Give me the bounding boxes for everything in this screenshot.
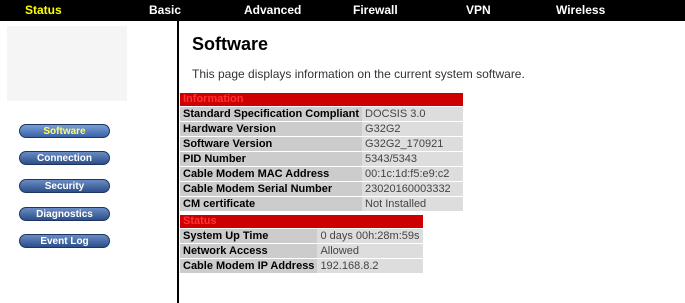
table-row: Cable Modem IP Address 192.168.8.2 (180, 259, 423, 273)
row-label: Standard Specification Compliant (180, 107, 363, 121)
nav-firewall[interactable]: Firewall (353, 0, 398, 21)
row-label: System Up Time (180, 229, 318, 243)
sidebar-item-event-log[interactable]: Event Log (19, 234, 110, 248)
table-row: Cable Modem Serial Number 23020160003332 (180, 182, 464, 196)
information-table: Information Standard Specification Compl… (180, 92, 464, 212)
row-value: 23020160003332 (362, 182, 464, 196)
page-description: This page displays information on the cu… (192, 67, 525, 81)
row-value: DOCSIS 3.0 (362, 107, 464, 121)
nav-advanced[interactable]: Advanced (244, 0, 301, 21)
sidebar-item-connection[interactable]: Connection (19, 151, 110, 165)
top-navigation-bar: Status Basic Advanced Firewall VPN Wirel… (0, 0, 685, 21)
nav-vpn[interactable]: VPN (466, 0, 491, 21)
row-value: 00:1c:1d:f5:e9:c2 (362, 167, 464, 181)
row-value: G32G2 (362, 122, 464, 136)
row-value: 0 days 00h:28m:59s (317, 229, 423, 243)
status-table: Status System Up Time 0 days 00h:28m:59s… (180, 214, 423, 274)
row-label: Network Access (180, 244, 318, 258)
status-header: Status (180, 215, 423, 228)
sidebar-item-diagnostics[interactable]: Diagnostics (19, 207, 110, 221)
table-row: PID Number 5343/5343 (180, 152, 464, 166)
table-row: Hardware Version G32G2 (180, 122, 464, 136)
table-row: System Up Time 0 days 00h:28m:59s (180, 229, 423, 243)
table-row: Cable Modem MAC Address 00:1c:1d:f5:e9:c… (180, 167, 464, 181)
row-value: Not Installed (362, 197, 464, 211)
table-row: CM certificate Not Installed (180, 197, 464, 211)
row-label: PID Number (180, 152, 363, 166)
nav-basic[interactable]: Basic (149, 0, 181, 21)
logo-placeholder (7, 26, 127, 101)
page-title: Software (192, 34, 269, 54)
sidebar-item-security[interactable]: Security (19, 179, 110, 193)
row-label: Cable Modem IP Address (180, 259, 318, 273)
row-value: Allowed (317, 244, 423, 258)
nav-status[interactable]: Status (25, 0, 62, 21)
row-value: 5343/5343 (362, 152, 464, 166)
table-row: Standard Specification Compliant DOCSIS … (180, 107, 464, 121)
table-row: Software Version G32G2_170921 (180, 137, 464, 151)
sidebar-item-software[interactable]: Software (19, 124, 110, 138)
table-row: Network Access Allowed (180, 244, 423, 258)
row-label: CM certificate (180, 197, 363, 211)
row-value: 192.168.8.2 (317, 259, 423, 273)
information-header: Information (180, 93, 464, 106)
row-label: Cable Modem Serial Number (180, 182, 363, 196)
row-label: Cable Modem MAC Address (180, 167, 363, 181)
row-label: Software Version (180, 137, 363, 151)
row-value: G32G2_170921 (362, 137, 464, 151)
row-label: Hardware Version (180, 122, 363, 136)
sidebar-divider (177, 21, 179, 303)
nav-wireless[interactable]: Wireless (556, 0, 605, 21)
